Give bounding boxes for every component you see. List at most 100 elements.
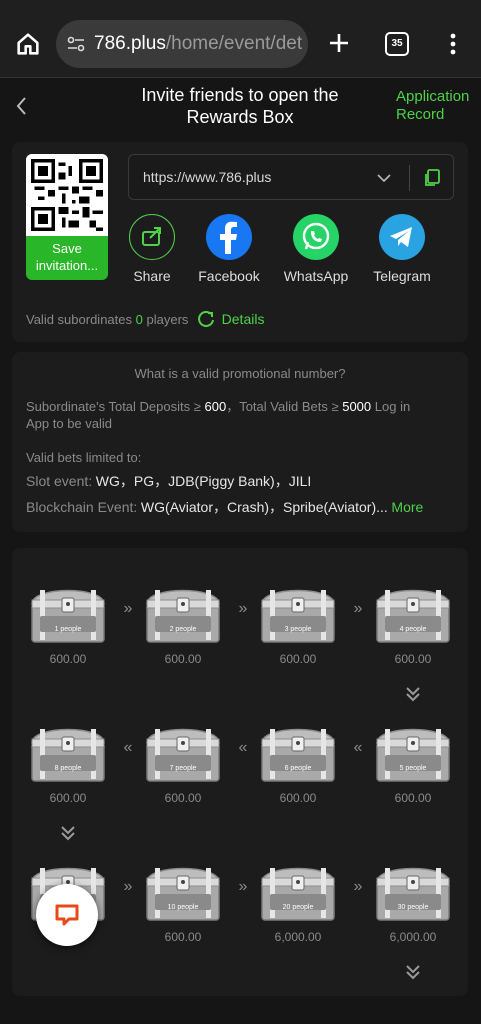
address-bar[interactable]: 786.plus/home/event/det — [56, 20, 308, 68]
whatsapp-share-button[interactable]: WhatsApp — [278, 214, 354, 284]
valid-subordinates: Valid subordinates 0 players Details — [26, 310, 264, 328]
treasure-chest-icon — [261, 867, 335, 921]
facebook-icon — [206, 214, 252, 260]
chest-amount: 6,000.00 — [274, 930, 322, 944]
arrow-right-icon: » — [123, 600, 133, 617]
arrow-right-icon: » — [353, 600, 363, 617]
qr-code-image — [26, 154, 108, 236]
chest-amount: 600.00 — [164, 930, 202, 944]
save-invitation-button[interactable]: Save invitation... — [26, 154, 108, 280]
treasure-chest-icon — [146, 867, 220, 921]
arrow-down-icon — [406, 965, 420, 980]
reward-chest[interactable]: 4 people 600.00 — [371, 578, 455, 668]
chest-amount: 600.00 — [279, 791, 317, 805]
refresh-icon[interactable] — [196, 310, 218, 328]
subs-unit: players — [146, 312, 189, 327]
chest-people-label: 20 people — [282, 904, 314, 911]
reward-chest[interactable]: 7 people 600.00 — [141, 717, 225, 807]
chest-people-label: 8 people — [54, 765, 82, 772]
arrow-left-icon: « — [353, 739, 363, 756]
page-header: Invite friends to open the Rewards Box A… — [0, 78, 481, 136]
chat-icon — [55, 904, 79, 926]
arrow-left-icon: « — [123, 739, 133, 756]
reward-chest[interactable]: 10 people 600.00 — [141, 856, 225, 946]
rules-slot-line: Slot event: WG，PG，JDB(Piggy Bank)，JILI — [26, 473, 456, 490]
chest-people-label: 3 people — [284, 626, 312, 633]
rules-chain-line: Blockchain Event: WG(Aviator，Crash)，Spri… — [26, 499, 456, 516]
save-invitation-label: Save invitation... — [35, 241, 99, 273]
back-arrow-icon[interactable] — [10, 94, 34, 118]
reward-chest[interactable]: 30 people 6,000.00 — [371, 856, 455, 946]
chest-amount: 600.00 — [49, 652, 87, 666]
telegram-icon — [379, 214, 425, 260]
reward-chest[interactable]: 20 people 6,000.00 — [256, 856, 340, 946]
chat-button[interactable] — [36, 884, 98, 946]
browser-toolbar: 786.plus/home/event/det 35 — [0, 0, 481, 78]
treasure-chest-icon — [376, 589, 450, 643]
rules-panel: What is a valid promotional number? Subo… — [12, 352, 468, 532]
home-icon[interactable] — [14, 30, 42, 58]
subs-prefix: Valid subordinates — [26, 312, 132, 327]
subs-count: 0 — [135, 312, 143, 327]
invite-link-text: https://www.786.plus — [143, 169, 272, 185]
details-link[interactable]: Details — [222, 311, 265, 327]
chain-value: WG(Aviator，Crash)，Spribe(Aviator)... — [140, 499, 388, 515]
application-record-link[interactable]: Application Record — [396, 88, 476, 124]
plus-icon[interactable] — [324, 28, 354, 58]
chain-label: Blockchain Event: — [26, 499, 138, 515]
chevron-down-icon[interactable] — [375, 169, 393, 187]
url-path: /home/event/det — [165, 33, 303, 54]
treasure-chest-icon — [31, 728, 105, 782]
arrow-right-icon: » — [238, 878, 248, 895]
treasure-chest-icon — [376, 867, 450, 921]
invite-panel: Save invitation... https://www.786.plus … — [12, 142, 468, 342]
share-label: Share — [133, 268, 171, 284]
telegram-share-button[interactable]: Telegram — [364, 214, 440, 284]
site-settings-icon[interactable] — [66, 34, 86, 54]
arrow-right-icon: » — [123, 878, 133, 895]
rules-bets-value: 5000 — [342, 399, 372, 414]
slot-label: Slot event: — [26, 473, 93, 489]
treasure-chest-icon — [146, 728, 220, 782]
treasure-chest-icon — [261, 728, 335, 782]
copy-icon[interactable] — [421, 167, 443, 189]
url-host: 786.plus — [94, 33, 166, 54]
reward-chest[interactable]: 1 people 600.00 — [26, 578, 110, 668]
chest-amount: 6,000.00 — [389, 930, 437, 944]
chest-amount: 600.00 — [279, 652, 317, 666]
rules-limited: Valid bets limited to: — [26, 450, 142, 465]
more-link[interactable]: More — [391, 499, 423, 515]
reward-chest[interactable]: 2 people 600.00 — [141, 578, 225, 668]
chest-people-label: 30 people — [397, 904, 429, 911]
invite-link-field[interactable]: https://www.786.plus — [128, 154, 454, 200]
page-title: Invite friends to open the Rewards Box — [141, 85, 339, 127]
arrow-down-icon — [61, 826, 75, 841]
reward-chest[interactable]: 3 people 600.00 — [256, 578, 340, 668]
facebook-share-button[interactable]: Facebook — [191, 214, 267, 284]
chest-amount: 600.00 — [164, 652, 202, 666]
chest-people-label: 5 people — [399, 765, 427, 772]
arrow-left-icon: « — [238, 739, 248, 756]
reward-chest[interactable]: 8 people 600.00 — [26, 717, 110, 807]
reward-chest[interactable]: 6 people 600.00 — [256, 717, 340, 807]
more-vert-icon[interactable] — [444, 30, 462, 58]
treasure-chest-icon — [146, 589, 220, 643]
chest-people-label: 1 people — [54, 626, 82, 633]
treasure-chest-icon — [31, 589, 105, 643]
facebook-label: Facebook — [198, 268, 260, 284]
slot-value: WG，PG，JDB(Piggy Bank)，JILI — [95, 473, 312, 489]
chest-amount: 600.00 — [49, 791, 87, 805]
share-button[interactable]: Share — [114, 214, 190, 284]
rules-title: What is a valid promotional number? — [134, 366, 346, 381]
rules-line-2: App to be valid — [26, 416, 113, 431]
tabs-icon[interactable]: 35 — [385, 32, 409, 56]
chest-amount: 600.00 — [164, 791, 202, 805]
rules-login-text: Log in — [374, 399, 411, 414]
share-icon — [129, 214, 175, 260]
url-text: 786.plus/home/event/det — [94, 32, 302, 56]
arrow-right-icon: » — [353, 878, 363, 895]
whatsapp-icon — [293, 214, 339, 260]
arrow-down-icon — [406, 687, 420, 702]
divider — [409, 165, 410, 191]
reward-chest[interactable]: 5 people 600.00 — [371, 717, 455, 807]
